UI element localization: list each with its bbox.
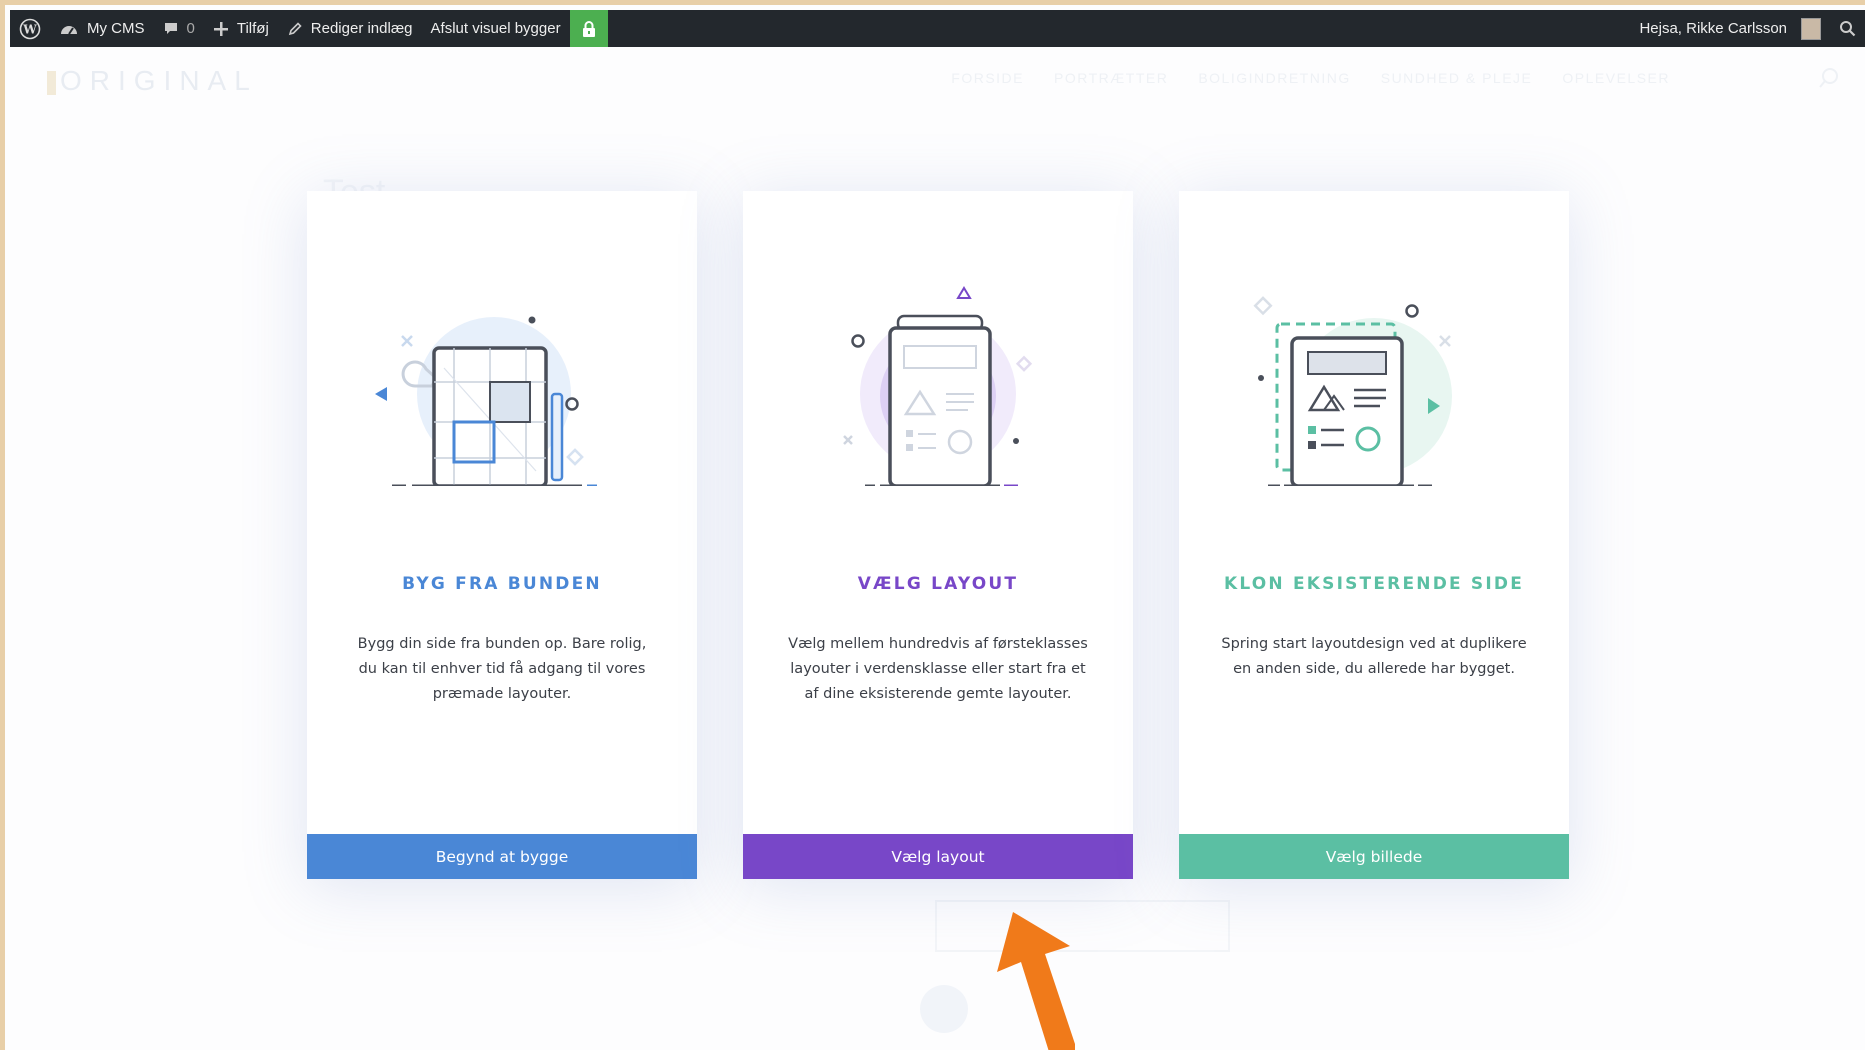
site-logo: ORIGINAL [47,65,258,97]
admin-bar: W My CMS 0 Tilføj Rediger indlæg Afslut … [10,10,1865,47]
card-description: Bygg din side fra bunden op. Bare rolig,… [357,636,647,702]
nav-item-sundhed-pleje[interactable]: SUNDHED & PLEJE [1381,70,1533,86]
dashboard-icon [61,25,77,35]
card-build-from-scratch: BYG FRA BUNDEN Bygg din side fra bunden … [307,191,697,879]
nav-item-portraetter[interactable]: PORTRÆTTER [1054,70,1168,86]
nav-item-boligindretning[interactable]: BOLIGINDRETNING [1198,70,1350,86]
card-title: VÆLG LAYOUT [857,574,1019,594]
edit-post-label: Rediger indlæg [310,20,413,37]
nav-item-oplevelser[interactable]: OPLEVELSER [1562,70,1670,86]
exit-builder-label: Afslut visuel bygger [430,20,561,37]
choose-layout-button[interactable]: Vælg layout [743,834,1133,879]
pencil-icon [288,21,302,35]
wordpress-logo-button[interactable]: W [10,10,50,47]
comments-link[interactable]: 0 [154,10,204,47]
choose-image-button[interactable]: Vælg billede [1179,834,1569,879]
layout-illustration [843,286,1033,486]
lock-button[interactable] [569,10,608,47]
nav-item-forside[interactable]: FORSIDE [951,70,1024,86]
svg-text:W: W [22,22,37,36]
comments-count: 0 [186,20,195,37]
site-search-button[interactable] [1818,67,1840,93]
user-account-menu[interactable]: Hejsa, Rikke Carlsson [1630,10,1830,47]
plus-icon [213,21,228,36]
card-title: BYG FRA BUNDEN [402,574,602,594]
site-navigation: FORSIDE PORTRÆTTER BOLIGINDRETNING SUNDH… [951,70,1670,86]
search-icon [1840,21,1856,37]
comment-bubble-icon [164,22,177,34]
site-logo-text: ORIGINAL [60,65,258,96]
search-icon [1819,68,1838,88]
card-choose-layout: VÆLG LAYOUT Vælg mellem hundredvis af fø… [743,191,1133,879]
lock-icon [582,20,595,37]
logo-mark [47,70,56,95]
card-clone-existing-page: KLON EKSISTERENDE SIDE Spring start layo… [1179,191,1569,879]
add-new-label: Tilføj [236,20,269,37]
user-greeting: Hejsa, Rikke Carlsson [1639,20,1787,37]
annotation-arrow-icon [997,912,1075,1050]
screenshot-frame: W My CMS 0 Tilføj Rediger indlæg Afslut … [0,0,1865,1050]
site-name-link[interactable]: My CMS [50,10,154,47]
admin-search-button[interactable] [1830,10,1865,47]
card-title: KLON EKSISTERENDE SIDE [1223,574,1525,594]
card-description: Spring start layoutdesign ved at duplike… [1221,636,1527,677]
card-description: Vælg mellem hundredvis af førsteklasses … [788,636,1088,702]
wordpress-icon: W [19,18,41,39]
clone-page-illustration [1253,296,1452,486]
edit-post-link[interactable]: Rediger indlæg [278,10,422,47]
start-building-button[interactable]: Begynd at bygge [307,834,697,879]
avatar [1801,17,1821,40]
add-new-link[interactable]: Tilføj [204,10,278,47]
site-name-label: My CMS [87,20,145,37]
blueprint-illustration [375,316,597,486]
exit-visual-builder-link[interactable]: Afslut visuel bygger [422,10,570,47]
